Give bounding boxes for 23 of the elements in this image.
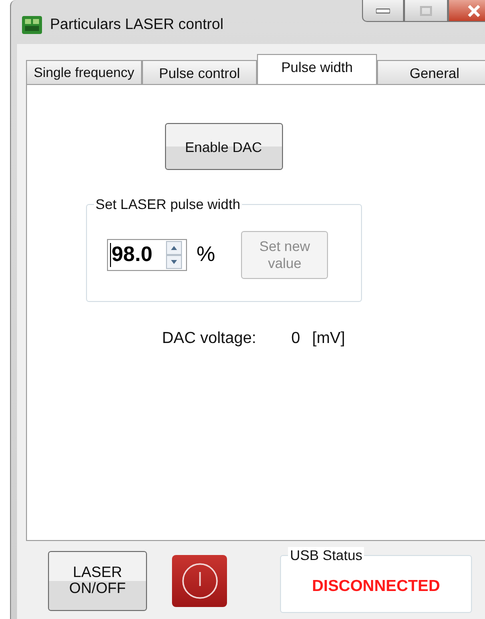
tab[interactable]: Pulse control [142,60,257,84]
close-icon [467,4,481,16]
usb-status-text: DISCONNECTED [312,578,440,596]
dac-voltage-value: 0 [291,330,300,348]
unit-label: % [196,243,216,267]
window-title: Particulars LASER control [50,16,224,33]
unit-label: [mV] [312,330,346,348]
enable-dac-button[interactable]: Enable DAC [164,123,282,170]
minimize-icon [376,8,390,14]
minimize-button[interactable] [362,0,404,22]
tab[interactable]: Pulse width [257,54,377,84]
laser-toggle-button[interactable]: LASER ON/OFF [48,551,147,611]
number-spinner[interactable]: 98.0 [106,239,186,271]
maximize-button[interactable] [404,0,448,22]
tab[interactable]: General [377,60,485,84]
close-button[interactable] [448,0,485,22]
dac-voltage-label: DAC voltage: [162,330,256,348]
group-title: USB Status [288,547,364,563]
power-icon [180,562,218,600]
group-title: Set LASER pulse width [94,196,242,212]
tab[interactable]: Single frequency [26,60,142,84]
circuit-board-icon [22,16,42,34]
maximize-icon [420,6,432,16]
